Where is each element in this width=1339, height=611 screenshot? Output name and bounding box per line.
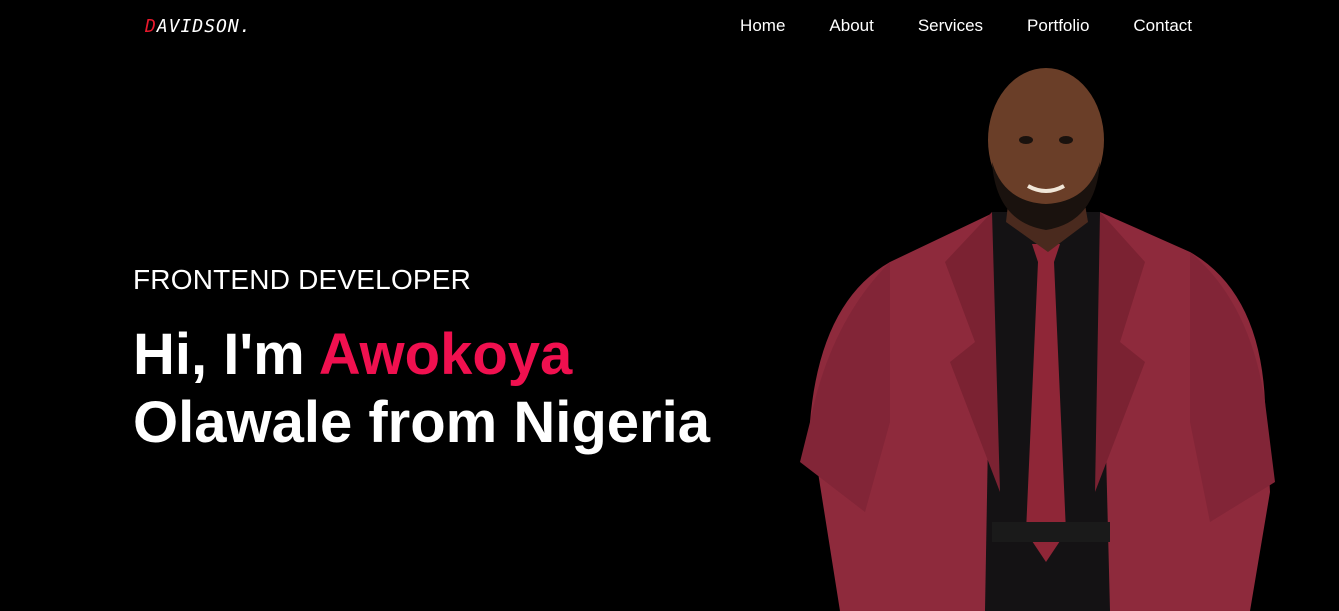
- nav-about[interactable]: About: [829, 16, 873, 36]
- hero-subtitle: FRONTEND DEVELOPER: [133, 264, 472, 295]
- eye-left: [1019, 136, 1033, 144]
- portrait-image: [800, 68, 1275, 611]
- belt: [992, 522, 1110, 542]
- logo-initial: D: [145, 16, 157, 37]
- nav-contact[interactable]: Contact: [1133, 16, 1192, 36]
- hero-line2: Olawale from Nigeria: [133, 390, 710, 455]
- eye-right: [1059, 136, 1073, 144]
- nav-services[interactable]: Services: [918, 16, 983, 36]
- logo-text: AVIDSON.: [156, 16, 252, 37]
- nav-home[interactable]: Home: [740, 16, 785, 36]
- hero-name-highlight: Awokoya: [318, 322, 573, 387]
- site-logo[interactable]: DAVIDSON.: [145, 16, 252, 37]
- hero-greeting: Hi, I'm: [133, 322, 305, 387]
- nav-portfolio[interactable]: Portfolio: [1027, 16, 1089, 36]
- hero-headline: Hi, I'm Awokoya Olawale from Nigeria: [133, 321, 710, 457]
- main-nav: Home About Services Portfolio Contact: [740, 16, 1192, 36]
